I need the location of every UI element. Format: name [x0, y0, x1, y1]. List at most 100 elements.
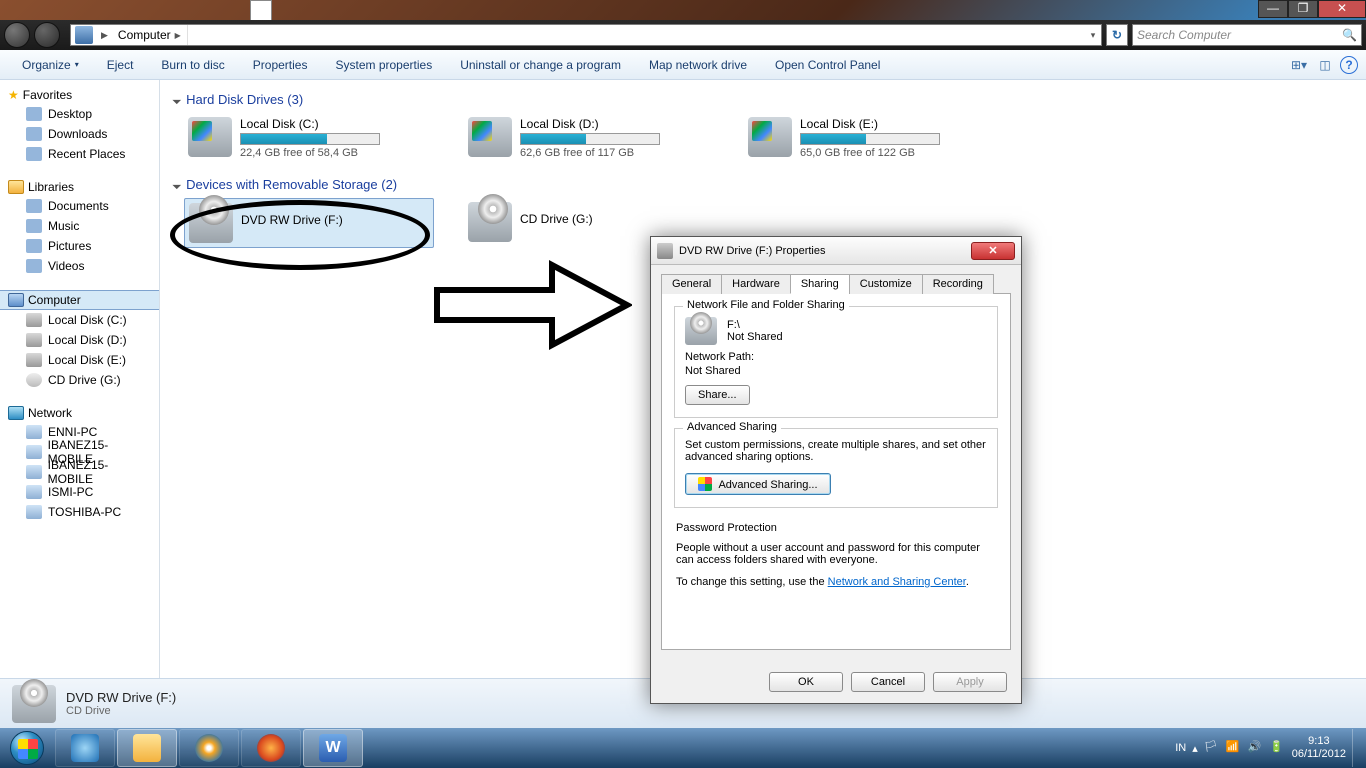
sidebar-item-pictures[interactable]: Pictures	[0, 236, 159, 256]
forward-button[interactable]	[34, 22, 60, 48]
group-hdd-header[interactable]: Hard Disk Drives (3)	[174, 92, 1352, 107]
apply-button[interactable]: Apply	[933, 672, 1007, 692]
dialog-icon	[657, 243, 673, 259]
minimize-button[interactable]: —	[1258, 0, 1288, 18]
dialog-titlebar[interactable]: DVD RW Drive (F:) Properties ✕	[651, 237, 1021, 265]
share-button[interactable]: Share...	[685, 385, 750, 405]
refresh-button[interactable]: ↻	[1106, 24, 1128, 46]
network-path-label: Network Path:	[685, 351, 987, 363]
tray-flag-icon[interactable]: 🏳	[1204, 740, 1220, 756]
ie-icon	[71, 734, 99, 762]
hdd-icon	[748, 117, 792, 157]
toolbar-burn[interactable]: Burn to disc	[147, 50, 238, 79]
wmp-icon	[195, 734, 223, 762]
command-toolbar: Organize Eject Burn to disc Properties S…	[0, 50, 1366, 80]
sidebar-item-cd-drive[interactable]: CD Drive (G:)	[0, 370, 159, 390]
chevron-right-icon[interactable]: ▶	[175, 31, 181, 40]
sidebar-item-recent[interactable]: Recent Places	[0, 144, 159, 164]
hdd-icon	[468, 117, 512, 157]
sidebar-item-pc[interactable]: IBANEZ15-MOBILE	[0, 462, 159, 482]
group-removable-header[interactable]: Devices with Removable Storage (2)	[174, 177, 1352, 192]
drive-name: Local Disk (C:)	[240, 117, 430, 131]
tray-chevron-icon[interactable]: ▴	[1192, 742, 1198, 755]
tab-recording[interactable]: Recording	[922, 274, 994, 294]
tab-content: Network File and Folder Sharing F:\ Not …	[661, 294, 1011, 650]
start-button[interactable]	[0, 728, 54, 768]
drive-item[interactable]: Local Disk (D:) 62,6 GB free of 117 GB	[464, 113, 714, 163]
sidebar-favorites-header[interactable]: ★Favorites	[0, 86, 159, 104]
show-desktop-button[interactable]	[1352, 729, 1360, 767]
maximize-button[interactable]: ❐	[1288, 0, 1318, 18]
pc-icon	[26, 425, 42, 439]
tray-clock[interactable]: 9:13 06/11/2012	[1292, 735, 1346, 761]
drive-name: DVD RW Drive (F:)	[241, 213, 429, 227]
sidebar-item-desktop[interactable]: Desktop	[0, 104, 159, 124]
drive-share-status: Not Shared	[727, 331, 783, 343]
tab-hardware[interactable]: Hardware	[721, 274, 791, 294]
toolbar-eject[interactable]: Eject	[93, 50, 148, 79]
sidebar-item-downloads[interactable]: Downloads	[0, 124, 159, 144]
sidebar-computer-header[interactable]: Computer	[0, 290, 159, 310]
desktop-icon	[26, 107, 42, 121]
toolbar-properties[interactable]: Properties	[239, 50, 322, 79]
status-title: DVD RW Drive (F:)	[66, 690, 176, 705]
drive-name: Local Disk (E:)	[800, 117, 990, 131]
drive-icon	[26, 353, 42, 367]
sidebar-item-drive-d[interactable]: Local Disk (D:)	[0, 330, 159, 350]
cancel-button[interactable]: Cancel	[851, 672, 925, 692]
toolbar-control-panel[interactable]: Open Control Panel	[761, 50, 894, 79]
ok-button[interactable]: OK	[769, 672, 843, 692]
navigation-bar: ▶ Computer ▶ ▾ ↻ Search Computer 🔍	[0, 20, 1366, 50]
preview-pane-icon[interactable]: ◫	[1314, 54, 1336, 76]
close-window-button[interactable]: ✕	[1318, 0, 1366, 18]
pc-icon	[26, 485, 42, 499]
drive-item[interactable]: Local Disk (C:) 22,4 GB free of 58,4 GB	[184, 113, 434, 163]
advanced-sharing-button[interactable]: Advanced Sharing...	[685, 473, 831, 495]
search-input[interactable]: Search Computer 🔍	[1132, 24, 1362, 46]
tab-sharing[interactable]: Sharing	[790, 274, 850, 294]
password-protection-title: Password Protection	[676, 522, 996, 534]
taskbar-item-explorer[interactable]	[117, 729, 177, 767]
taskbar-item-ie[interactable]	[55, 729, 115, 767]
cd-icon	[26, 373, 42, 387]
sidebar-item-pc[interactable]: TOSHIBA-PC	[0, 502, 159, 522]
sidebar-network-header[interactable]: Network	[0, 404, 159, 422]
taskbar-item-firefox[interactable]	[241, 729, 301, 767]
drive-item[interactable]: Local Disk (E:) 65,0 GB free of 122 GB	[744, 113, 994, 163]
taskbar-item-word[interactable]: W	[303, 729, 363, 767]
view-options-icon[interactable]: ⊞▾	[1288, 54, 1310, 76]
network-sharing-center-link[interactable]: Network and Sharing Center	[828, 576, 966, 588]
tray-battery-icon[interactable]: 🔋	[1270, 740, 1286, 756]
drive-item-dvd[interactable]: DVD RW Drive (F:)	[184, 198, 434, 248]
tray-time: 9:13	[1292, 735, 1346, 748]
search-icon: 🔍	[1342, 28, 1357, 42]
sidebar-item-videos[interactable]: Videos	[0, 256, 159, 276]
tab-customize[interactable]: Customize	[849, 274, 923, 294]
chevron-right-icon[interactable]: ▶	[97, 30, 112, 41]
dialog-close-button[interactable]: ✕	[971, 242, 1015, 260]
sidebar-item-music[interactable]: Music	[0, 216, 159, 236]
tray-volume-icon[interactable]: 🔊	[1248, 740, 1264, 756]
pc-icon	[26, 465, 42, 479]
sidebar-item-drive-c[interactable]: Local Disk (C:)	[0, 310, 159, 330]
titlebar-tab-icon	[250, 0, 272, 20]
taskbar-item-mediaplayer[interactable]	[179, 729, 239, 767]
toolbar-uninstall[interactable]: Uninstall or change a program	[446, 50, 635, 79]
toolbar-organize[interactable]: Organize	[8, 50, 93, 79]
back-button[interactable]	[4, 22, 30, 48]
capacity-bar	[520, 133, 660, 145]
address-dropdown-icon[interactable]: ▾	[1085, 30, 1101, 41]
toolbar-map-drive[interactable]: Map network drive	[635, 50, 761, 79]
toolbar-system-properties[interactable]: System properties	[321, 50, 446, 79]
sidebar-libraries-header[interactable]: Libraries	[0, 178, 159, 196]
address-bar[interactable]: ▶ Computer ▶ ▾	[70, 24, 1102, 46]
drive-icon	[26, 313, 42, 327]
fieldset-legend: Network File and Folder Sharing	[683, 299, 849, 311]
sidebar-item-drive-e[interactable]: Local Disk (E:)	[0, 350, 159, 370]
help-icon[interactable]: ?	[1340, 56, 1358, 74]
breadcrumb-computer[interactable]: Computer ▶	[112, 25, 188, 45]
tray-language[interactable]: IN	[1175, 742, 1186, 754]
sidebar-item-documents[interactable]: Documents	[0, 196, 159, 216]
tab-general[interactable]: General	[661, 274, 722, 294]
tray-network-icon[interactable]: 📶	[1226, 740, 1242, 756]
